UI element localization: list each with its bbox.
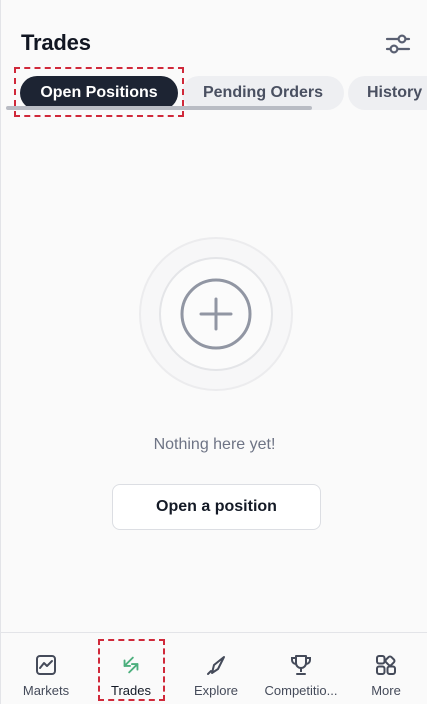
- bottom-navigation: Markets Trades Explore Competitio... Mor…: [1, 632, 427, 704]
- nav-label: Markets: [22, 683, 70, 698]
- compass-icon: [207, 656, 225, 675]
- nav-competitions[interactable]: Competitio...: [258, 633, 344, 704]
- page-title: Trades: [21, 30, 91, 55]
- grid-icon: [376, 655, 396, 675]
- tab-history[interactable]: History: [348, 76, 427, 110]
- nav-label: More: [371, 683, 401, 698]
- nav-label: Explore: [193, 683, 239, 698]
- filter-button[interactable]: [384, 31, 412, 57]
- header: Trades: [1, 0, 427, 70]
- nav-label: Competitio...: [264, 683, 338, 698]
- empty-state-message: Nothing here yet!: [153, 436, 276, 453]
- trophy-icon: [291, 655, 311, 675]
- nav-markets[interactable]: Markets: [3, 633, 89, 704]
- empty-state-illustration: [138, 236, 294, 392]
- tab-open-positions[interactable]: Open Positions: [20, 76, 178, 110]
- nav-label: Trades: [111, 683, 151, 698]
- trades-screen: Trades Open Positions Pending Orders His…: [0, 0, 427, 704]
- tab-scrollbar[interactable]: [6, 106, 312, 110]
- sliders-icon: [385, 34, 411, 54]
- nav-explore[interactable]: Explore: [173, 633, 259, 704]
- plus-circle-icon: [139, 237, 293, 391]
- nav-trades[interactable]: Trades: [88, 633, 174, 704]
- open-position-button[interactable]: Open a position: [112, 484, 321, 530]
- arrows-exchange-icon: [123, 656, 139, 674]
- tab-pending-orders[interactable]: Pending Orders: [182, 76, 344, 110]
- nav-more[interactable]: More: [343, 633, 427, 704]
- chart-icon: [36, 655, 56, 675]
